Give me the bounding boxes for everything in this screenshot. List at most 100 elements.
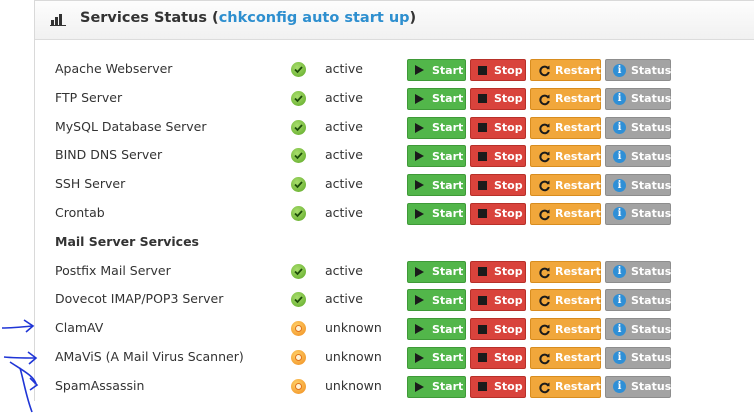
status-button[interactable]: i Status (605, 145, 671, 168)
title-suffix: ) (409, 10, 417, 26)
check-circle-icon (291, 205, 306, 221)
start-button-label: Start (432, 351, 464, 365)
restart-icon (538, 150, 550, 163)
status-button[interactable]: i Status (605, 260, 671, 283)
stop-button-label: Stop (494, 293, 523, 307)
start-button[interactable]: Start (407, 318, 466, 341)
start-button[interactable]: Start (407, 174, 466, 197)
start-button[interactable]: Start (407, 87, 466, 110)
restart-button[interactable]: Restart (530, 318, 601, 341)
restart-button[interactable]: Restart (530, 346, 601, 369)
service-name: ClamAV (55, 320, 104, 336)
restart-button[interactable]: Restart (530, 174, 601, 197)
restart-icon (538, 266, 550, 278)
restart-icon (538, 93, 550, 105)
stop-button[interactable]: Stop (470, 375, 526, 398)
title-prefix: Services Status ( (80, 10, 219, 26)
play-icon (415, 266, 424, 277)
restart-icon (538, 381, 550, 393)
check-circle-icon (291, 90, 306, 106)
service-name: MySQL Database Server (55, 118, 207, 134)
info-icon: i (613, 207, 626, 221)
status-button[interactable]: i Status (605, 59, 671, 81)
restart-button-label: Restart (555, 207, 601, 221)
stop-button[interactable]: Stop (470, 174, 526, 197)
status-button-label: Status (631, 351, 672, 365)
stop-icon (478, 353, 487, 363)
stop-icon (478, 180, 487, 190)
info-icon: i (613, 63, 626, 77)
restart-icon (538, 179, 550, 192)
status-button[interactable]: i Status (605, 346, 672, 369)
info-icon: i (613, 178, 626, 192)
check-circle-icon (291, 292, 306, 308)
status-button-label: Status (631, 293, 672, 307)
stop-icon (478, 267, 487, 277)
start-button[interactable]: Start (407, 59, 466, 81)
status-button-label: Status (631, 207, 672, 221)
status-button[interactable]: i Status (605, 87, 671, 110)
restart-button[interactable]: Restart (530, 260, 601, 283)
restart-button[interactable]: Restart (530, 202, 601, 225)
restart-button-label: Restart (555, 178, 601, 192)
check-circle-icon (291, 62, 306, 77)
status-button[interactable]: i Status (605, 375, 671, 398)
start-button[interactable]: Start (407, 375, 466, 398)
stop-button[interactable]: Stop (470, 87, 526, 110)
status-button[interactable]: i Status (605, 202, 672, 225)
stop-button[interactable]: Stop (470, 318, 526, 341)
play-icon (415, 324, 424, 335)
stop-button-label: Stop (494, 92, 523, 106)
restart-button[interactable]: Restart (530, 289, 601, 312)
info-icon: i (613, 92, 626, 106)
restart-button[interactable]: Restart (530, 145, 601, 168)
restart-button[interactable]: Restart (530, 59, 601, 81)
service-name: Apache Webserver (55, 61, 173, 76)
play-icon (415, 381, 424, 392)
stop-button[interactable]: Stop (470, 289, 526, 312)
stop-button[interactable]: Stop (470, 260, 526, 283)
start-button[interactable]: Start (407, 116, 466, 139)
info-icon: i (613, 149, 626, 163)
status-button[interactable]: i Status (605, 174, 671, 197)
service-row: FTP Server active Start Stop Restart i Status (35, 84, 754, 113)
stop-button[interactable]: Stop (470, 59, 526, 81)
services-list: Apache Webserver active Start Stop Restart i S… (35, 55, 754, 401)
hand-drawn-annotation-arrows (1, 319, 39, 413)
start-button-label: Start (432, 380, 464, 394)
stop-icon (478, 94, 487, 104)
start-button[interactable]: Start (407, 145, 466, 168)
stop-button-label: Stop (494, 265, 523, 279)
start-button-label: Start (432, 178, 464, 192)
service-name: BIND DNS Server (55, 147, 163, 163)
service-row: BIND DNS Server active Start Stop Restart i St… (35, 141, 754, 170)
stop-button[interactable]: Stop (470, 202, 526, 225)
play-icon (415, 208, 424, 219)
stop-button-label: Stop (494, 322, 523, 336)
stop-icon (478, 295, 487, 305)
stop-button[interactable]: Stop (470, 145, 526, 168)
status-button[interactable]: i Status (605, 116, 671, 139)
play-icon (415, 352, 424, 363)
info-icon: i (613, 322, 626, 336)
restart-button[interactable]: Restart (530, 116, 601, 139)
status-text: active (325, 176, 363, 192)
info-icon: i (613, 380, 626, 394)
stop-button[interactable]: Stop (470, 116, 526, 139)
page-title: Services Status (chkconfig auto start up… (80, 10, 416, 26)
stop-button-label: Stop (494, 351, 523, 365)
start-button[interactable]: Start (407, 260, 466, 283)
services-status-panel: Services Status (chkconfig auto start up… (34, 0, 754, 401)
status-button-label: Status (631, 322, 672, 336)
restart-icon (538, 208, 550, 221)
status-button[interactable]: i Status (605, 318, 672, 341)
start-button[interactable]: Start (407, 289, 466, 312)
start-button[interactable]: Start (407, 202, 466, 225)
start-button[interactable]: Start (407, 346, 466, 369)
restart-button[interactable]: Restart (530, 375, 601, 398)
restart-button[interactable]: Restart (530, 87, 601, 110)
stop-icon (478, 123, 487, 133)
stop-button[interactable]: Stop (470, 346, 526, 369)
status-button[interactable]: i Status (605, 289, 672, 312)
restart-button-label: Restart (555, 380, 601, 394)
